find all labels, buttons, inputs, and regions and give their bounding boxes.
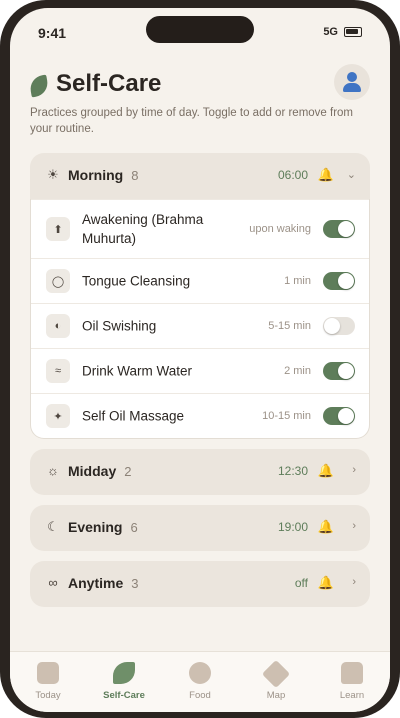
- nav-item-learn[interactable]: Learn: [314, 652, 390, 712]
- section-name: Midday: [68, 463, 117, 479]
- section-header-morning[interactable]: ☀ Morning 8 06:00 🔔 ⌄: [30, 153, 370, 199]
- nav-label: Today: [35, 690, 61, 701]
- list-item: ◐ Oil Swishing 5-15 min: [31, 303, 369, 348]
- section-header-anytime[interactable]: ∞ Anytime 3 off 🔔 ›: [30, 561, 370, 607]
- section-title: Evening 6: [68, 519, 138, 535]
- bell-icon[interactable]: 🔔: [318, 575, 334, 591]
- list-item: ≈ Drink Warm Water 2 min: [31, 348, 369, 393]
- sparkle-icon: ✦: [46, 404, 70, 428]
- toggle-knob: [338, 221, 354, 237]
- toggle-knob: [324, 318, 340, 334]
- practice-duration: upon waking: [249, 223, 311, 235]
- list-item: ◯ Tongue Cleansing 1 min: [31, 258, 369, 303]
- bell-icon[interactable]: 🔔: [318, 519, 334, 535]
- practice-toggle[interactable]: [323, 272, 355, 290]
- section-title: Midday 2: [68, 463, 131, 479]
- section-morning: ☀ Morning 8 06:00 🔔 ⌄ ⬆ Awakening (Brahma…: [30, 153, 370, 439]
- practice-list: ⬆ Awakening (Brahma Muhurta) upon waking…: [30, 199, 370, 439]
- nav-label: Learn: [339, 690, 365, 701]
- page-title: Self-Care: [56, 70, 162, 97]
- nav-label: Self-Care: [103, 690, 145, 701]
- section-name: Anytime: [68, 575, 124, 591]
- moon-icon: ☾: [47, 519, 59, 534]
- status-bar: 9:41 5G: [10, 8, 390, 54]
- nav-item-self-care[interactable]: Self-Care: [86, 652, 162, 712]
- section-evening[interactable]: ☾ Evening 6 19:00 🔔 ›: [30, 505, 370, 551]
- practice-name: Self Oil Massage: [82, 408, 185, 424]
- arrow-up-icon: ⬆: [46, 217, 70, 241]
- learn-icon: [341, 662, 363, 684]
- toggle-knob: [338, 273, 354, 289]
- section-anytime[interactable]: ∞ Anytime 3 off 🔔 ›: [30, 561, 370, 607]
- chevron-right-icon[interactable]: ›: [352, 576, 356, 588]
- practice-name: Awakening (Brahma Muhurta): [82, 212, 204, 246]
- practice-toggle[interactable]: [323, 317, 355, 335]
- section-title: Morning 8: [68, 167, 138, 183]
- app-screen: 9:41 5G Self-Care Practices grouped by t…: [10, 8, 390, 712]
- practice-duration: 10-15 min: [262, 410, 311, 422]
- section-name: Morning: [68, 167, 124, 183]
- status-time: 9:41: [38, 25, 67, 41]
- chevron-right-icon[interactable]: ›: [352, 520, 356, 532]
- practice-toggle[interactable]: [323, 407, 355, 425]
- profile-button[interactable]: [334, 64, 370, 100]
- leaf-icon: [28, 74, 50, 98]
- bottom-nav: Today Self-Care Food Map Learn: [10, 651, 390, 712]
- map-icon: [261, 659, 291, 689]
- section-name: Evening: [68, 519, 123, 535]
- section-count: 3: [131, 576, 139, 591]
- nav-label: Food: [189, 690, 211, 701]
- practice-duration: 2 min: [284, 365, 311, 377]
- page-header: Self-Care: [28, 64, 370, 104]
- nav-item-today[interactable]: Today: [10, 652, 86, 712]
- practice-name: Oil Swishing: [82, 318, 157, 334]
- practice-duration: 5-15 min: [268, 320, 311, 332]
- reminder-time[interactable]: 19:00: [278, 520, 308, 534]
- reminder-time[interactable]: 12:30: [278, 464, 308, 478]
- phone-frame: 9:41 5G Self-Care Practices grouped by t…: [0, 0, 400, 718]
- toggle-knob: [338, 408, 354, 424]
- list-item: ✦ Self Oil Massage 10-15 min: [31, 393, 369, 438]
- page-subtitle: Practices grouped by time of day. Toggle…: [30, 107, 354, 135]
- waves-icon: ≈: [46, 359, 70, 383]
- section-count: 2: [124, 464, 132, 479]
- section-header-midday[interactable]: ☼ Midday 2 12:30 🔔 ›: [30, 449, 370, 495]
- practice-name: Tongue Cleansing: [82, 273, 191, 289]
- reminder-time[interactable]: 06:00: [278, 168, 308, 182]
- section-count: 6: [130, 520, 138, 535]
- dynamic-island: [146, 16, 254, 43]
- network-label: 5G: [323, 26, 338, 38]
- bell-icon[interactable]: 🔔: [318, 167, 334, 183]
- battery-icon: [344, 27, 362, 37]
- reminder-time[interactable]: off: [295, 576, 308, 590]
- section-count: 8: [131, 168, 139, 183]
- sun-icon: ☀: [47, 167, 59, 182]
- chevron-down-icon[interactable]: ⌄: [347, 168, 356, 181]
- status-indicators: 5G: [323, 26, 362, 38]
- today-icon: [37, 662, 59, 684]
- infinity-icon: ∞: [48, 575, 58, 590]
- sun-outline-icon: ☼: [47, 463, 59, 478]
- chevron-right-icon[interactable]: ›: [352, 464, 356, 476]
- circle-icon: ◯: [46, 269, 70, 293]
- section-header-evening[interactable]: ☾ Evening 6 19:00 🔔 ›: [30, 505, 370, 551]
- list-item: ⬆ Awakening (Brahma Muhurta) upon waking: [31, 199, 369, 258]
- nav-item-food[interactable]: Food: [162, 652, 238, 712]
- bell-icon[interactable]: 🔔: [318, 463, 334, 479]
- leaf-icon: [113, 662, 135, 684]
- half-circle-icon: ◐: [46, 314, 70, 338]
- practice-toggle[interactable]: [323, 362, 355, 380]
- section-midday[interactable]: ☼ Midday 2 12:30 🔔 ›: [30, 449, 370, 495]
- section-title: Anytime 3: [68, 575, 138, 591]
- practice-toggle[interactable]: [323, 220, 355, 238]
- practice-name: Drink Warm Water: [82, 363, 192, 379]
- user-icon-body: [343, 83, 361, 92]
- nav-label: Map: [266, 690, 286, 701]
- nav-item-map[interactable]: Map: [238, 652, 314, 712]
- user-icon: [347, 72, 357, 82]
- food-icon: [189, 662, 211, 684]
- practice-duration: 1 min: [284, 275, 311, 287]
- toggle-knob: [338, 363, 354, 379]
